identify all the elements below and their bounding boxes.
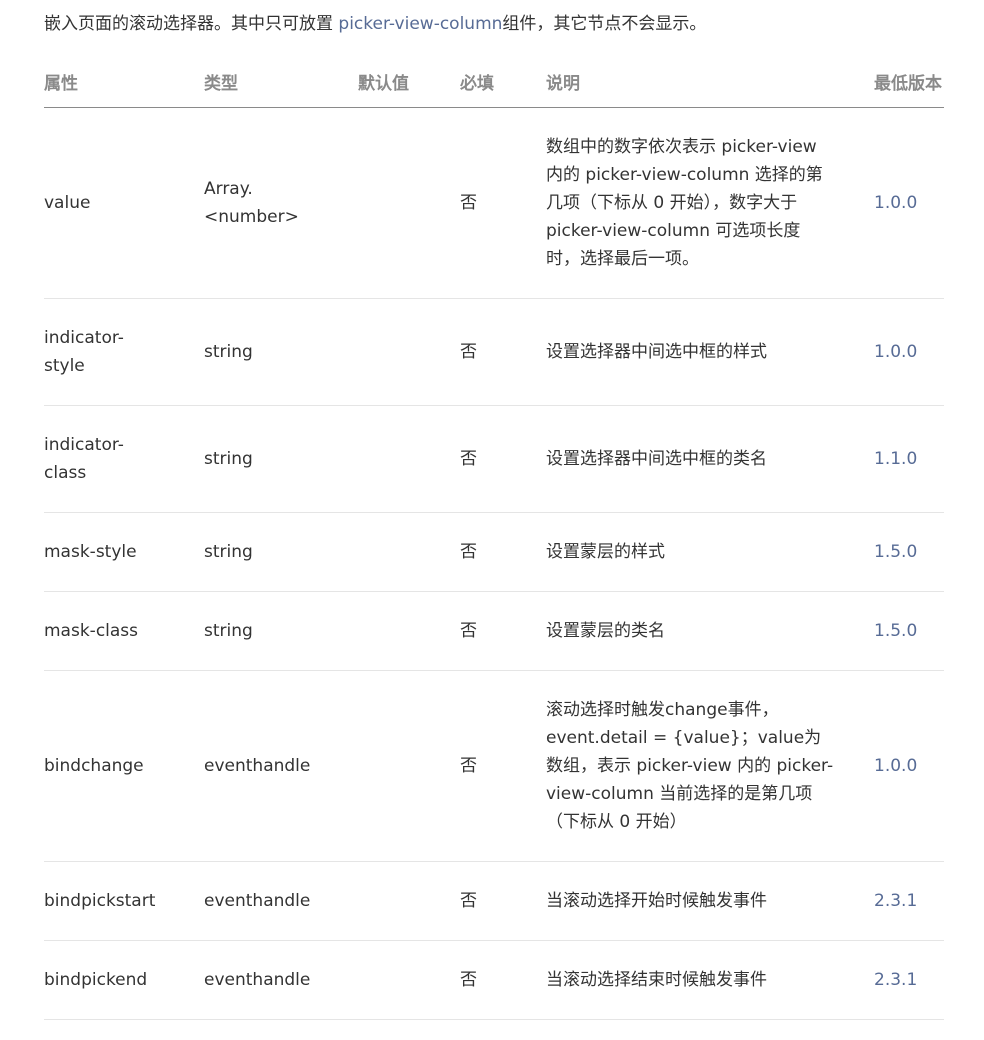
- table-row: mask-class string 否 设置蒙层的类名 1.5.0: [44, 591, 944, 671]
- cell-type: eventhandle: [204, 670, 358, 862]
- table-row: mask-style string 否 设置蒙层的样式 1.5.0: [44, 512, 944, 592]
- intro-text: 嵌入页面的滚动选择器。其中只可放置 picker-view-column组件，其…: [44, 10, 706, 38]
- cell-default: [358, 298, 460, 406]
- cell-default: [358, 107, 460, 299]
- table-row: indicator-style string 否 设置选择器中间选中框的样式 1…: [44, 298, 944, 406]
- table-header-row: 属性 类型 默认值 必填 说明 最低版本: [44, 56, 944, 108]
- cell-type: eventhandle: [204, 861, 358, 941]
- cell-description: 数组中的数字依次表示 picker-view 内的 picker-view-co…: [546, 107, 874, 299]
- header-default: 默认值: [358, 56, 460, 108]
- picker-view-column-link[interactable]: picker-view-column: [338, 14, 502, 34]
- cell-attribute: bindchange: [44, 670, 204, 862]
- cell-required: 否: [460, 670, 546, 862]
- cell-version[interactable]: 1.0.0: [874, 670, 944, 862]
- cell-attribute: value: [44, 107, 204, 299]
- cell-default: [358, 940, 460, 1020]
- cell-description: 当滚动选择结束时候触发事件: [546, 940, 874, 1020]
- cell-required: 否: [460, 405, 546, 513]
- cell-type: string: [204, 405, 358, 513]
- cell-type: string: [204, 298, 358, 406]
- cell-attribute: bindpickend: [44, 940, 204, 1020]
- cell-type: Array.<number>: [204, 107, 358, 299]
- cell-required: 否: [460, 107, 546, 299]
- cell-version[interactable]: 2.3.1: [874, 861, 944, 941]
- cell-attribute: indicator-style: [44, 298, 204, 406]
- cell-version[interactable]: 2.3.1: [874, 940, 944, 1020]
- properties-table: 属性 类型 默认值 必填 说明 最低版本 value Array.<number…: [44, 56, 944, 1020]
- cell-default: [358, 591, 460, 671]
- header-type: 类型: [204, 56, 358, 108]
- cell-required: 否: [460, 940, 546, 1020]
- cell-required: 否: [460, 861, 546, 941]
- cell-default: [358, 512, 460, 592]
- cell-version[interactable]: 1.5.0: [874, 591, 944, 671]
- header-description: 说明: [546, 56, 874, 108]
- cell-description: 设置选择器中间选中框的类名: [546, 405, 874, 513]
- cell-version[interactable]: 1.5.0: [874, 512, 944, 592]
- table-row: bindchange eventhandle 否 滚动选择时触发change事件…: [44, 670, 944, 862]
- cell-version[interactable]: 1.0.0: [874, 107, 944, 299]
- cell-type: string: [204, 591, 358, 671]
- table-row: bindpickend eventhandle 否 当滚动选择结束时候触发事件 …: [44, 940, 944, 1020]
- cell-default: [358, 861, 460, 941]
- table-row: bindpickstart eventhandle 否 当滚动选择开始时候触发事…: [44, 861, 944, 941]
- intro-before: 嵌入页面的滚动选择器。其中只可放置: [44, 14, 339, 34]
- cell-attribute: indicator-class: [44, 405, 204, 513]
- intro-after: 组件，其它节点不会显示。: [502, 14, 707, 34]
- cell-version[interactable]: 1.0.0: [874, 298, 944, 406]
- cell-type: string: [204, 512, 358, 592]
- cell-type: eventhandle: [204, 940, 358, 1020]
- cell-description: 当滚动选择开始时候触发事件: [546, 861, 874, 941]
- cell-description: 设置选择器中间选中框的样式: [546, 298, 874, 406]
- table-row: value Array.<number> 否 数组中的数字依次表示 picker…: [44, 107, 944, 299]
- cell-default: [358, 670, 460, 862]
- cell-attribute: mask-style: [44, 512, 204, 592]
- cell-required: 否: [460, 591, 546, 671]
- cell-required: 否: [460, 298, 546, 406]
- cell-version[interactable]: 1.1.0: [874, 405, 944, 513]
- cell-description: 设置蒙层的样式: [546, 512, 874, 592]
- cell-description: 设置蒙层的类名: [546, 591, 874, 671]
- table-row: indicator-class string 否 设置选择器中间选中框的类名 1…: [44, 405, 944, 513]
- cell-attribute: mask-class: [44, 591, 204, 671]
- cell-description: 滚动选择时触发change事件，event.detail = {value}；v…: [546, 670, 874, 862]
- header-required: 必填: [460, 56, 546, 108]
- header-attribute: 属性: [44, 56, 204, 108]
- cell-default: [358, 405, 460, 513]
- cell-attribute: bindpickstart: [44, 861, 204, 941]
- cell-required: 否: [460, 512, 546, 592]
- header-min-version: 最低版本: [874, 56, 944, 108]
